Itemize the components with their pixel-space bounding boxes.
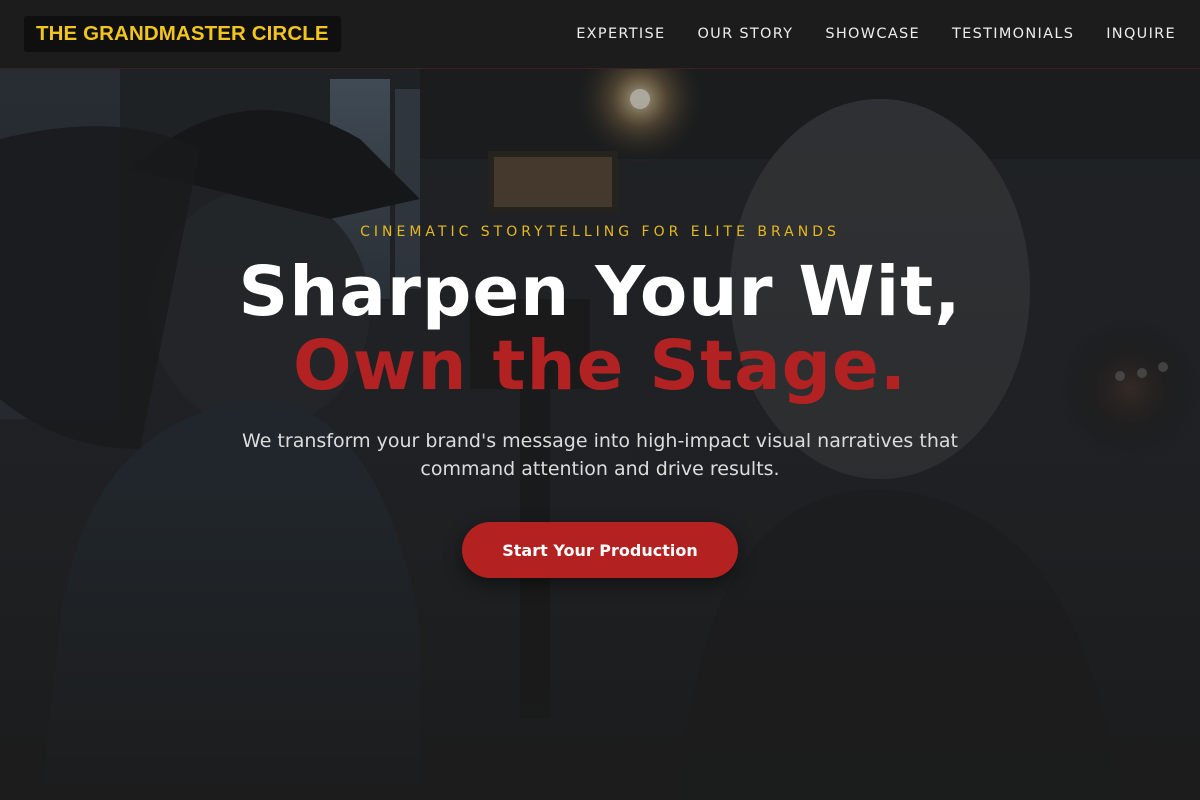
nav-item-showcase[interactable]: SHOWCASE <box>825 26 920 42</box>
nav-item-testimonials[interactable]: TESTIMONIALS <box>952 26 1074 42</box>
hero-headline-line1: Sharpen Your Wit, <box>238 252 962 332</box>
hero-section: CINEMATIC STORYTELLING FOR ELITE BRANDS … <box>0 69 1200 800</box>
hero-headline-line2: Own the Stage. <box>292 326 908 406</box>
nav-item-our-story[interactable]: OUR STORY <box>697 26 793 42</box>
hero-eyebrow: CINEMATIC STORYTELLING FOR ELITE BRANDS <box>360 224 840 240</box>
site-header: THE GRANDMASTER CIRCLE EXPERTISE OUR STO… <box>0 0 1200 69</box>
nav-item-inquire[interactable]: INQUIRE <box>1106 26 1176 42</box>
start-production-button[interactable]: Start Your Production <box>462 522 738 578</box>
hero-content: CINEMATIC STORYTELLING FOR ELITE BRANDS … <box>0 69 1200 800</box>
hero-subtitle: We transform your brand's message into h… <box>242 430 958 480</box>
brand-logo[interactable]: THE GRANDMASTER CIRCLE <box>24 16 341 52</box>
hero-headline: Sharpen Your Wit, Own the Stage. <box>0 255 1200 403</box>
main-nav: EXPERTISE OUR STORY SHOWCASE TESTIMONIAL… <box>576 0 1176 68</box>
nav-item-expertise[interactable]: EXPERTISE <box>576 26 665 42</box>
